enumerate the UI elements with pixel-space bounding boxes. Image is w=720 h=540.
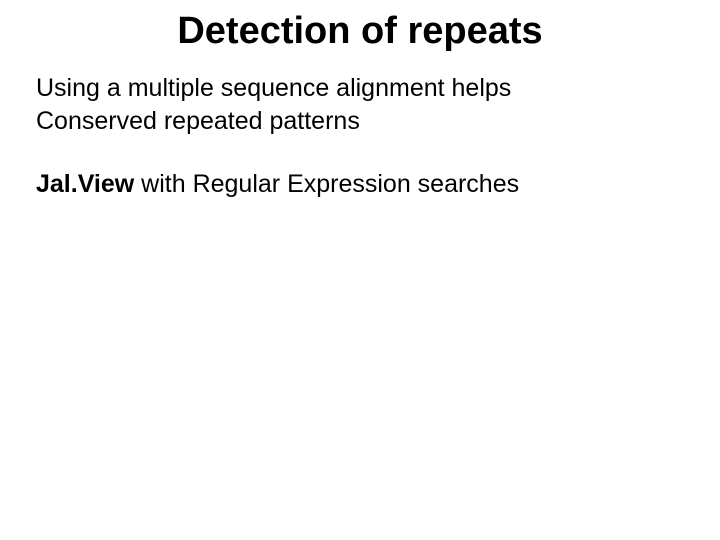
paragraph-1-line-1: Using a multiple sequence alignment help…: [36, 74, 511, 102]
slide: Detection of repeats Using a multiple se…: [0, 0, 720, 540]
slide-body: Using a multiple sequence alignment help…: [36, 72, 684, 201]
paragraph-2-rest: with Regular Expression searches: [134, 170, 519, 198]
paragraph-2: Jal.View with Regular Expression searche…: [36, 168, 684, 201]
slide-title: Detection of repeats: [36, 10, 684, 54]
tool-name: Jal.View: [36, 170, 134, 198]
paragraph-1: Using a multiple sequence alignment help…: [36, 72, 684, 138]
paragraph-1-line-2: Conserved repeated patterns: [36, 107, 360, 135]
